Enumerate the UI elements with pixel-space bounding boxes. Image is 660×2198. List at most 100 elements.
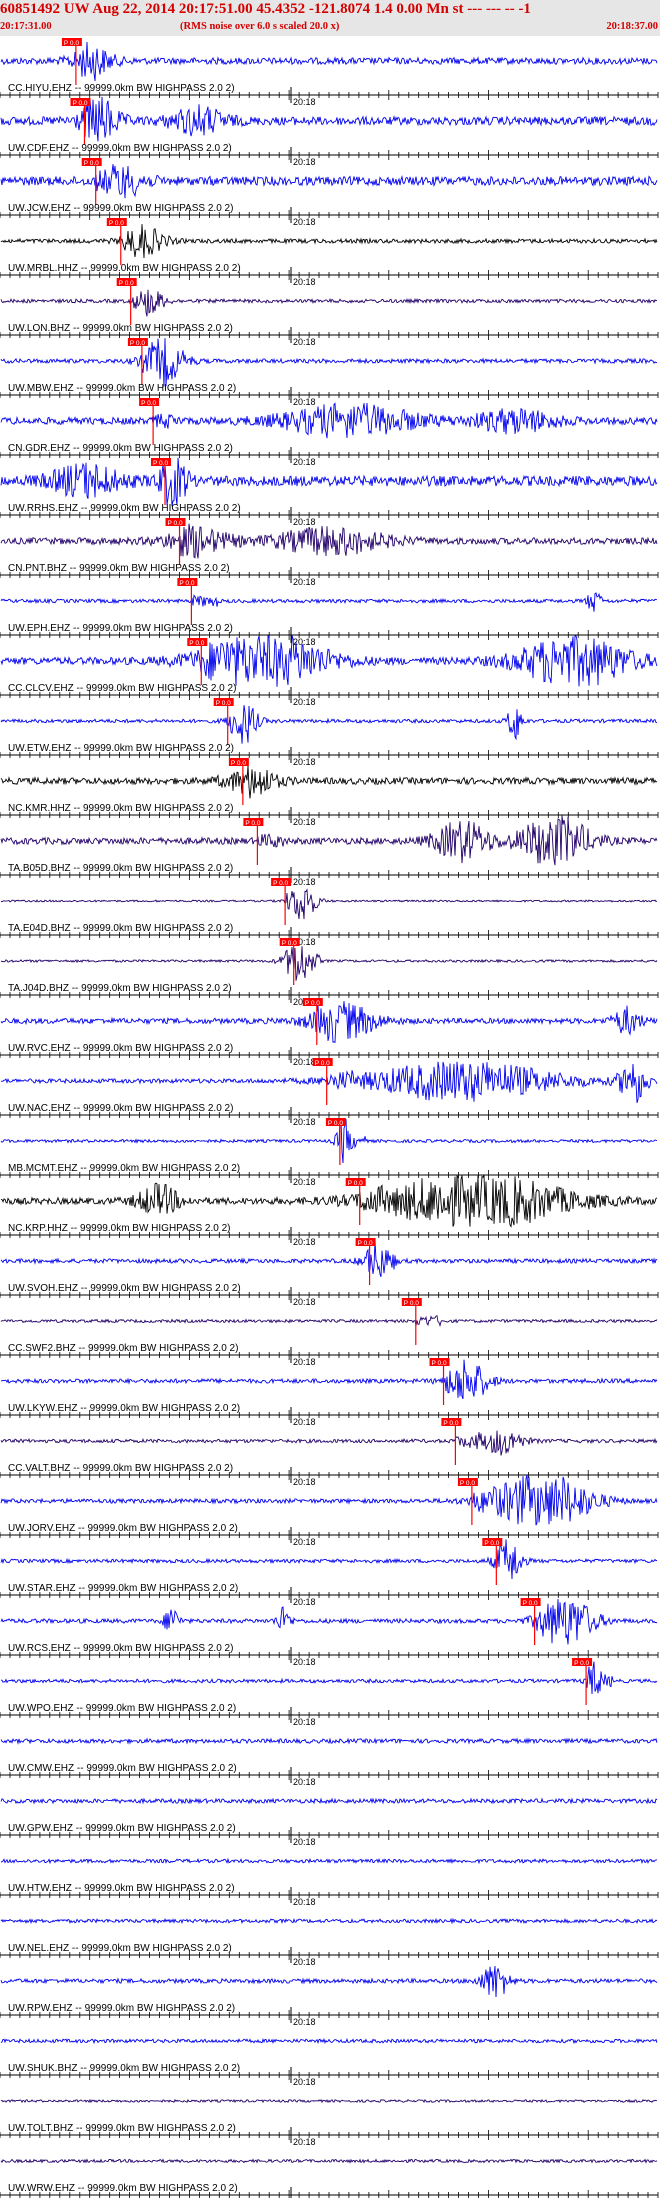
station-uw-lon-bhz-pick-label: P 0.0 [130, 340, 145, 347]
station-uw-rpw-ehz-waveform [0, 2037, 658, 2045]
station-uw-eph-ehz-waveform [0, 635, 658, 687]
top-trace-pick-label: P 0.0 [64, 40, 79, 47]
station-label: UW.EPH.EHZ -- 99999.0km BW HIGHPASS 2.0 … [8, 623, 233, 634]
station-nc-krp-hhz-waveform [0, 1240, 658, 1278]
station-label: CN.PNT.BHZ -- 99999.0km BW HIGHPASS 2.0 … [8, 563, 230, 574]
station-ta-j04d-bhz-waveform [0, 1001, 658, 1043]
station-label: UW.JORV.EHZ -- 99999.0km BW HIGHPASS 2.0… [8, 1523, 238, 1534]
station-label: NC.KRP.HHZ -- 99999.0km BW HIGHPASS 2.0 … [8, 1223, 230, 1234]
station-uw-lkyw-ehz-waveform [0, 1430, 658, 1456]
center-time-label: 20:18 [293, 337, 316, 347]
station-uw-jcw-ehz-pick-label: P 0.0 [109, 220, 124, 227]
station-cc-clcv-ehz-waveform [0, 705, 658, 744]
center-time-label: 20:18 [293, 97, 316, 107]
station-nc-kmr-hhz-pick-label: P 0.0 [245, 820, 260, 827]
center-time-label: 20:18 [293, 697, 316, 707]
center-time-label: 20:18 [293, 1177, 316, 1187]
station-uw-rrhs-ehz-waveform [0, 523, 658, 559]
station-label: TA.E04D.BHZ -- 99999.0km BW HIGHPASS 2.0… [8, 923, 233, 934]
station-cn-pnt-bhz-pick-label: P 0.0 [179, 580, 194, 587]
station-uw-htw-ehz-waveform [0, 1917, 658, 1925]
center-time-label: 20:18 [293, 1357, 316, 1367]
station-uw-mbw-ehz-pick-label: P 0.0 [141, 400, 156, 407]
station-uw-lkyw-ehz-pick-label: P 0.0 [443, 1420, 458, 1427]
station-label: NC.KMR.HHZ -- 99999.0km BW HIGHPASS 2.0 … [8, 803, 233, 814]
station-uw-jorv-ehz-pick-label: P 0.0 [484, 1540, 499, 1547]
station-uw-jcw-ehz-waveform [0, 224, 658, 259]
station-label: UW.HTW.EHZ -- 99999.0km BW HIGHPASS 2.0 … [8, 1883, 235, 1894]
station-label: UW.TOLT.BHZ -- 99999.0km BW HIGHPASS 2.0… [8, 2123, 236, 2134]
center-time-label: 20:18 [293, 457, 316, 467]
station-uw-shuk-bhz-waveform [0, 2098, 657, 2104]
seismogram-panel: P 0.0 20:18 CC.HIYU.EHZ -- 99999.0km BW HI… [0, 38, 659, 2198]
station-label: UW.GPW.EHZ -- 99999.0km BW HIGHPASS 2.0 … [8, 1823, 236, 1834]
station-uw-mrbl-hhz-waveform [0, 289, 658, 317]
center-time-label: 20:18 [293, 1117, 316, 1127]
station-label: CN.GDR.EHZ -- 99999.0km BW HIGHPASS 2.0 … [8, 443, 233, 454]
station-cc-valt-bhz-pick-label: P 0.0 [460, 1480, 475, 1487]
station-ta-e04d-bhz-waveform [0, 946, 658, 981]
station-nc-krp-hhz-pick-label: P 0.0 [358, 1240, 373, 1247]
center-time-label: 20:18 [293, 1657, 316, 1667]
station-uw-etw-ehz-waveform [0, 765, 658, 799]
station-uw-cdf-ehz-waveform [0, 164, 658, 199]
center-time-label: 20:18 [293, 877, 316, 887]
station-ta-b05d-bhz-pick-label: P 0.0 [273, 880, 288, 887]
station-label: UW.LKYW.EHZ -- 99999.0km BW HIGHPASS 2.0… [8, 1403, 240, 1414]
center-time-label: 20:18 [293, 2017, 316, 2027]
center-time-label: 20:18 [293, 1717, 316, 1727]
station-label: TA.J04D.BHZ -- 99999.0km BW HIGHPASS 2.0… [8, 983, 232, 994]
station-uw-wpo-ehz-waveform [0, 1737, 658, 1745]
center-time-label: 20:18 [293, 2077, 316, 2087]
station-ta-j04d-bhz-pick-label: P 0.0 [305, 1000, 320, 1007]
center-time-label: 20:18 [293, 1057, 316, 1067]
center-time-label: 20:18 [293, 1237, 316, 1247]
station-label: UW.STAR.EHZ -- 99999.0km BW HIGHPASS 2.0… [8, 1583, 238, 1594]
station-ta-b05d-bhz-waveform [0, 888, 658, 920]
center-time-label: 20:18 [293, 1837, 316, 1847]
station-uw-eph-ehz-pick-label: P 0.0 [189, 640, 204, 647]
center-time-label: 20:18 [293, 1957, 316, 1967]
station-label: UW.NEL.EHZ -- 99999.0km BW HIGHPASS 2.0 … [8, 1943, 232, 1954]
station-label: MB.MCMT.EHZ -- 99999.0km BW HIGHPASS 2.0… [8, 1163, 240, 1174]
center-time-label: 20:18 [293, 577, 316, 587]
center-time-label: 20:18 [293, 517, 316, 527]
station-label: UW.SVOH.EHZ -- 99999.0km BW HIGHPASS 2.0… [8, 1283, 241, 1294]
station-uw-nac-ehz-pick-label: P 0.0 [328, 1120, 343, 1127]
station-uw-star-ehz-waveform [0, 1599, 658, 1645]
center-time-label: 20:18 [293, 397, 316, 407]
station-cn-gdr-ehz-waveform [0, 457, 658, 507]
station-uw-lon-bhz-waveform [0, 338, 658, 387]
station-label: UW.CDF.EHZ -- 99999.0km BW HIGHPASS 2.0 … [8, 143, 232, 154]
station-label: UW.RRHS.EHZ -- 99999.0km BW HIGHPASS 2.0… [8, 503, 241, 514]
station-label: UW.WPO.EHZ -- 99999.0km BW HIGHPASS 2.0 … [8, 1703, 236, 1714]
station-uw-gpw-ehz-waveform [0, 1857, 658, 1865]
center-time-label: 20:18 [293, 1297, 316, 1307]
station-label: UW.WRW.EHZ -- 99999.0km BW HIGHPASS 2.0 … [8, 2183, 238, 2194]
station-label: UW.MRBL.HHZ -- 99999.0km BW HIGHPASS 2.0… [8, 263, 241, 274]
station-label: UW.RCS.EHZ -- 99999.0km BW HIGHPASS 2.0 … [8, 1643, 233, 1654]
station-label: UW.JCW.EHZ -- 99999.0km BW HIGHPASS 2.0 … [8, 203, 233, 214]
station-uw-cmw-ehz-waveform [0, 1797, 658, 1805]
station-mb-mcmt-ehz-waveform [0, 1174, 658, 1228]
center-time-label: 20:18 [293, 757, 316, 767]
station-uw-etw-ehz-pick-label: P 0.0 [231, 760, 246, 767]
station-label: CC.HIYU.EHZ -- 99999.0km BW HIGHPASS 2.0… [8, 83, 235, 94]
center-time-label: 20:18 [293, 1417, 316, 1427]
center-time-label: 20:18 [293, 2137, 316, 2147]
station-label: TA.B05D.BHZ -- 99999.0km BW HIGHPASS 2.0… [8, 863, 233, 874]
station-uw-mrbl-hhz-pick-label: P 0.0 [119, 280, 134, 287]
station-label: UW.ETW.EHZ -- 99999.0km BW HIGHPASS 2.0 … [8, 743, 234, 754]
station-cc-swf2-bhz-waveform [0, 1359, 658, 1400]
station-uw-star-ehz-pick-label: P 0.0 [523, 1600, 538, 1607]
station-label: CC.CLCV.EHZ -- 99999.0km BW HIGHPASS 2.0… [8, 683, 236, 694]
station-mb-mcmt-ehz-pick-label: P 0.0 [348, 1180, 363, 1187]
station-uw-svoh-ehz-waveform [0, 1315, 658, 1328]
station-ta-e04d-bhz-pick-label: P 0.0 [282, 940, 297, 947]
station-label: UW.CMW.EHZ -- 99999.0km BW HIGHPASS 2.0 … [8, 1763, 237, 1774]
station-uw-mbw-ehz-waveform [0, 402, 658, 439]
center-time-label: 20:18 [293, 817, 316, 827]
station-cc-clcv-ehz-pick-label: P 0.0 [216, 700, 231, 707]
station-label: UW.SHUK.BHZ -- 99999.0km BW HIGHPASS 2.0… [8, 2063, 240, 2074]
station-label: UW.RPW.EHZ -- 99999.0km BW HIGHPASS 2.0 … [8, 2003, 235, 2014]
